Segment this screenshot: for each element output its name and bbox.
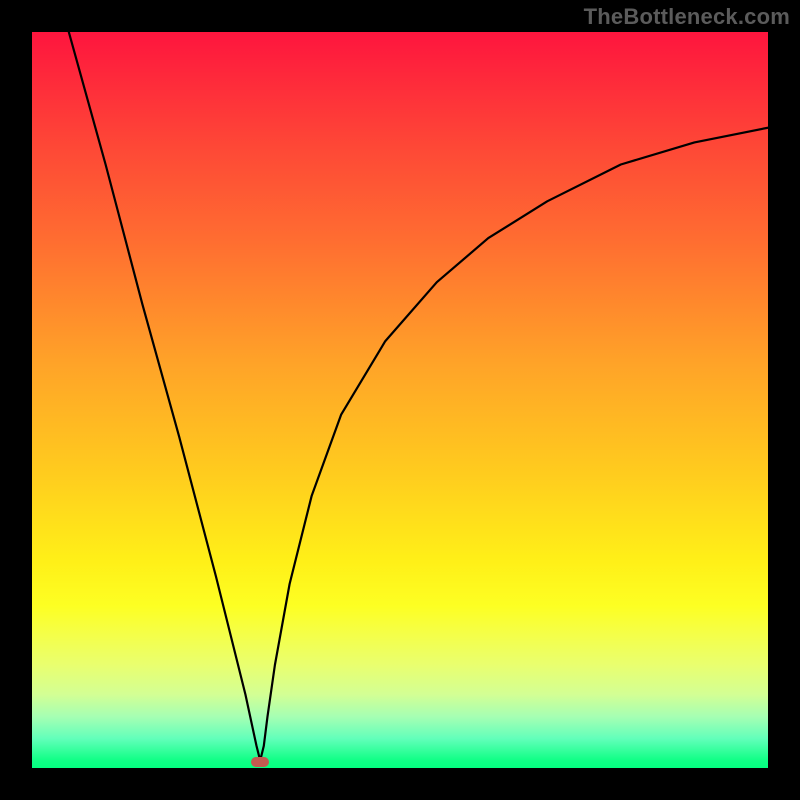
watermark-text: TheBottleneck.com	[584, 4, 790, 30]
plot-area	[32, 32, 768, 768]
curve-path	[69, 32, 768, 761]
chart-frame: TheBottleneck.com	[0, 0, 800, 800]
bottleneck-curve	[32, 32, 768, 768]
minimum-marker	[251, 757, 269, 767]
